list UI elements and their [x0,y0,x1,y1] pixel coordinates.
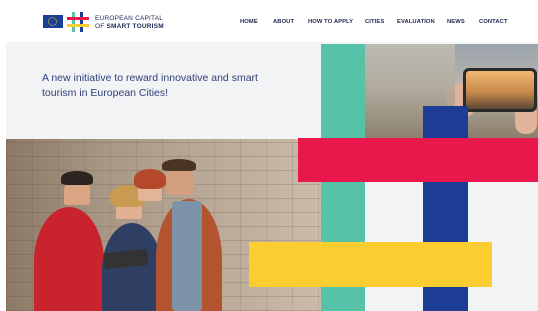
red-bar [298,138,538,182]
page-frame: EUROPEAN CAPITAL OF SMART TOURISM HOME A… [6,4,538,311]
site-brand-name[interactable]: EUROPEAN CAPITAL OF SMART TOURISM [95,15,164,31]
nav-contact[interactable]: CONTACT [479,19,508,25]
hash-logo-icon[interactable] [67,12,89,32]
yellow-bar [249,242,492,287]
hero-tagline: A new initiative to reward innovative an… [42,72,258,99]
brand-line-1: EUROPEAN CAPITAL [95,15,164,22]
nav-how-to-apply[interactable]: HOW TO APPLY [308,19,353,25]
nav-evaluation[interactable]: EVALUATION [397,19,435,25]
nav-home[interactable]: HOME [240,19,258,25]
smartphone-icon [463,68,537,112]
nav-about[interactable]: ABOUT [273,19,294,25]
brand-line-2-prefix: OF [95,23,107,30]
brand-line-2-bold: SMART TOURISM [106,23,164,30]
eu-flag-icon [43,15,63,28]
site-header: EUROPEAN CAPITAL OF SMART TOURISM HOME A… [6,4,538,42]
nav-news[interactable]: NEWS [447,19,465,25]
brand-line-2: OF SMART TOURISM [95,23,164,31]
nav-cities[interactable]: CITIES [365,19,384,25]
